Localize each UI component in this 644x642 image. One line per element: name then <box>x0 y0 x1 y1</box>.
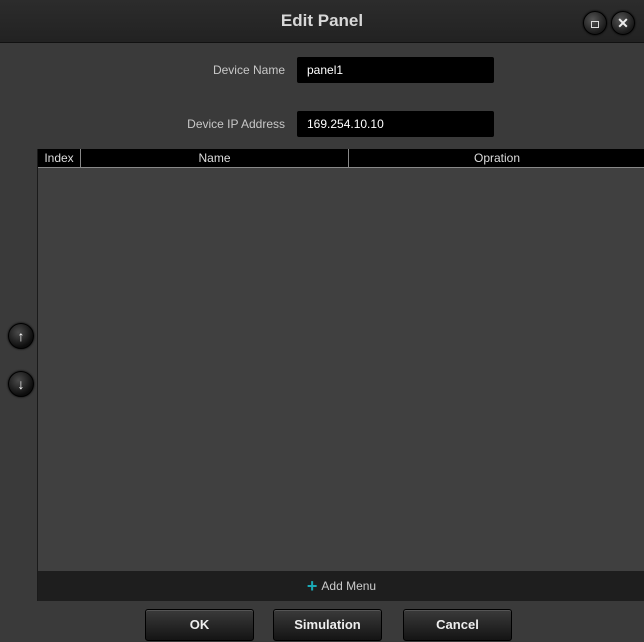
add-menu-button[interactable]: + Add Menu <box>38 571 644 601</box>
table-header: Index Name Opration <box>38 149 644 168</box>
title-bar: Edit Panel ✕ <box>0 0 644 43</box>
ok-button[interactable]: OK <box>145 609 254 641</box>
arrow-up-icon: ↑ <box>17 328 25 344</box>
menu-table: Index Name Opration + Add Menu <box>37 149 644 601</box>
simulation-button[interactable]: Simulation <box>273 609 382 641</box>
device-ip-input[interactable] <box>297 111 494 137</box>
plus-icon: + <box>306 576 318 596</box>
move-down-button[interactable]: ↓ <box>8 371 34 397</box>
arrow-down-icon: ↓ <box>17 376 25 392</box>
device-name-input[interactable] <box>297 57 494 83</box>
column-header-name[interactable]: Name <box>81 149 349 167</box>
window-title: Edit Panel <box>280 11 364 30</box>
device-name-label: Device Name <box>212 63 285 77</box>
cancel-button[interactable]: Cancel <box>403 609 512 641</box>
add-menu-label: Add Menu <box>321 579 377 593</box>
close-icon[interactable]: ✕ <box>611 11 635 35</box>
device-ip-label: Device IP Address <box>187 117 285 131</box>
maximize-icon[interactable] <box>583 11 607 35</box>
column-header-index[interactable]: Index <box>38 149 81 167</box>
move-up-button[interactable]: ↑ <box>8 323 34 349</box>
column-header-operation[interactable]: Opration <box>349 149 644 167</box>
